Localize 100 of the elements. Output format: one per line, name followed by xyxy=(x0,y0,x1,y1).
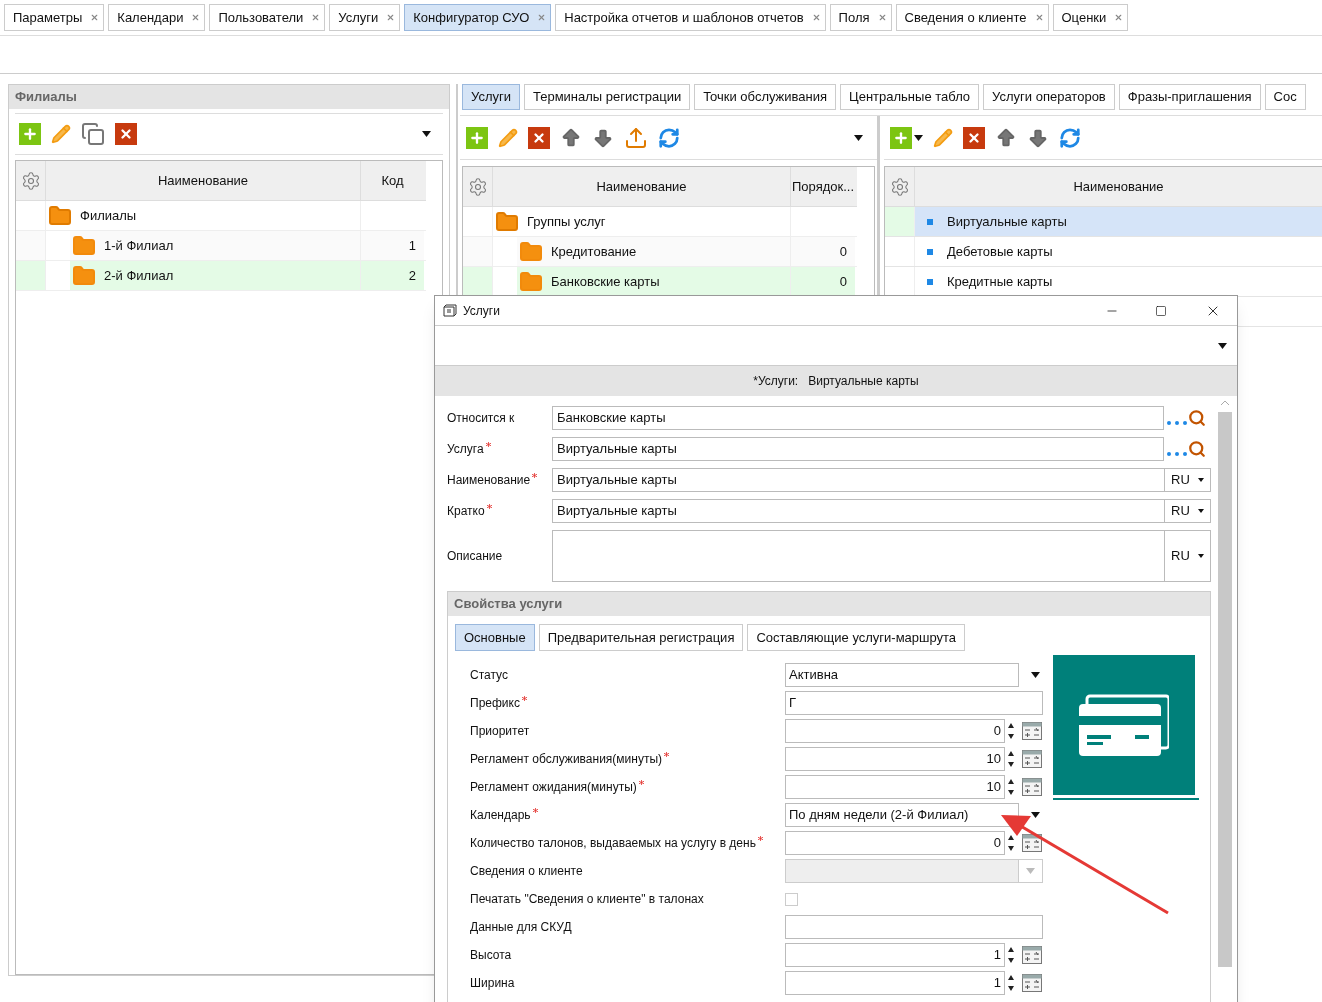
tab[interactable]: Предварительная регистрация xyxy=(538,624,744,651)
add-icon[interactable] xyxy=(19,123,41,145)
caret-icon[interactable] xyxy=(1031,672,1040,678)
copy-icon[interactable] xyxy=(81,122,105,146)
delete-icon[interactable] xyxy=(528,126,550,149)
tab[interactable]: Конфигуратор СУО xyxy=(404,4,552,31)
tab[interactable]: Сос xyxy=(1264,84,1306,110)
language-dropdown[interactable]: RU xyxy=(1165,530,1211,582)
tree-row[interactable]: Кредитование 0 xyxy=(517,237,855,266)
calculator-icon[interactable] xyxy=(1022,946,1042,964)
calculator-icon[interactable] xyxy=(1022,722,1042,740)
refresh-icon[interactable] xyxy=(658,126,680,149)
calculator-icon[interactable] xyxy=(1022,778,1042,796)
caret-icon[interactable] xyxy=(1198,477,1204,483)
dropdown-field[interactable]: Активна xyxy=(785,663,1019,687)
tab[interactable]: Пользователи xyxy=(209,4,326,31)
row-indicator[interactable] xyxy=(463,267,493,296)
scrollbar-thumb[interactable] xyxy=(1218,412,1232,967)
text-field[interactable] xyxy=(785,915,1043,939)
search-icon[interactable] xyxy=(1188,409,1206,427)
dropdown-field[interactable] xyxy=(785,859,1043,883)
tab[interactable]: Услуги xyxy=(462,84,520,110)
text-field[interactable]: Банковские карты xyxy=(552,406,1164,430)
maximize-icon[interactable] xyxy=(1155,304,1167,317)
caret-icon[interactable] xyxy=(1198,553,1204,559)
tab[interactable]: Точки обслуживания xyxy=(694,84,837,110)
column-header[interactable]: Наименование xyxy=(493,167,791,206)
settings-icon[interactable] xyxy=(20,170,41,191)
column-header[interactable]: Порядок... xyxy=(791,167,855,206)
tab[interactable]: Терминалы регистрации xyxy=(524,84,691,110)
text-field[interactable]: Виртуальные карты xyxy=(552,437,1164,461)
upload-icon[interactable] xyxy=(624,125,648,150)
number-field[interactable]: 10 xyxy=(785,747,1005,771)
number-field[interactable]: 10 xyxy=(785,775,1005,799)
service-image[interactable] xyxy=(1053,655,1195,795)
pencil-icon[interactable] xyxy=(51,124,71,144)
calculator-icon[interactable] xyxy=(1022,750,1042,768)
scroll-up-icon[interactable] xyxy=(1221,400,1229,406)
tree-row[interactable]: Банковские карты 0 xyxy=(517,267,855,296)
number-field[interactable]: 0 xyxy=(785,719,1005,743)
tree-item[interactable]: Группы услуг xyxy=(527,211,606,232)
search-icon[interactable] xyxy=(1188,440,1206,458)
tab[interactable]: Центральные табло xyxy=(840,84,980,110)
tab[interactable]: Поля xyxy=(829,4,892,31)
number-field[interactable]: 0 xyxy=(785,831,1005,855)
language-dropdown[interactable]: RU xyxy=(1165,468,1211,492)
list-row[interactable]: Виртуальные карты xyxy=(915,207,1322,236)
tab[interactable]: Услуги xyxy=(329,4,401,31)
text-field[interactable]: Виртуальные карты xyxy=(552,499,1165,523)
number-field[interactable]: 1 xyxy=(785,943,1005,967)
tab[interactable]: Календари xyxy=(108,4,206,31)
more-icon[interactable] xyxy=(1166,451,1188,457)
tab[interactable]: Составляющие услуги-маршрута xyxy=(747,624,966,651)
column-header[interactable]: Код xyxy=(361,161,424,200)
field-label: Статус xyxy=(470,667,508,684)
caret-icon[interactable] xyxy=(1198,508,1204,514)
caret-icon[interactable] xyxy=(422,131,431,137)
tree-item: 2-й Филиал xyxy=(104,266,174,285)
pencil-icon[interactable] xyxy=(933,127,953,148)
calculator-icon[interactable] xyxy=(1022,834,1042,852)
table-cell-text: 0 xyxy=(839,242,847,261)
settings-icon[interactable] xyxy=(467,176,488,197)
caret-icon[interactable] xyxy=(1031,812,1040,818)
tree-item: Кредитование xyxy=(551,242,637,261)
panel-header: Филиалы xyxy=(9,85,449,109)
tree-row[interactable]: 1-й Филиал 1 xyxy=(70,231,424,260)
arrow-up-icon[interactable] xyxy=(995,126,1017,149)
tree-item[interactable]: Филиалы xyxy=(80,205,137,226)
tab[interactable]: Оценки xyxy=(1052,4,1129,31)
pencil-icon[interactable] xyxy=(498,127,518,148)
checkbox[interactable] xyxy=(785,892,798,906)
column-header[interactable]: Наименование xyxy=(46,161,361,200)
table-cell-text: 0 xyxy=(839,272,847,291)
caret-icon[interactable] xyxy=(1218,342,1227,349)
dropdown-field[interactable]: По дням недели (2-й Филиал) xyxy=(785,803,1019,827)
refresh-icon[interactable] xyxy=(1059,126,1081,149)
text-field[interactable]: Виртуальные карты xyxy=(552,468,1165,492)
more-icon[interactable] xyxy=(1166,420,1188,426)
tab[interactable]: Сведения о клиенте xyxy=(895,4,1049,31)
number-field[interactable]: 1 xyxy=(785,971,1005,995)
add-icon[interactable] xyxy=(466,126,488,149)
settings-icon[interactable] xyxy=(889,176,910,197)
arrow-up-icon[interactable] xyxy=(560,126,582,149)
language-dropdown[interactable]: RU xyxy=(1165,499,1211,523)
tab[interactable]: Основные xyxy=(455,624,535,651)
form-heading-label: *Услуги: xyxy=(753,373,799,390)
tab[interactable]: Настройка отчетов и шаблонов отчетов xyxy=(555,4,826,31)
form-heading-value: Виртуальные карты xyxy=(808,373,919,390)
delete-icon[interactable] xyxy=(115,123,137,145)
caret-icon[interactable] xyxy=(854,134,863,141)
tab[interactable]: Фразы-приглашения xyxy=(1118,84,1261,110)
text-area[interactable] xyxy=(552,530,1165,582)
tree-row[interactable]: 2-й Филиал 2 xyxy=(70,261,424,290)
field-label: Количество талонов, выдаваемых на услугу в день xyxy=(470,835,756,852)
tab[interactable]: Услуги операторов xyxy=(983,84,1115,110)
delete-icon[interactable] xyxy=(963,126,985,149)
text-field[interactable]: Г xyxy=(785,691,1043,715)
calculator-icon[interactable] xyxy=(1022,974,1042,992)
tab[interactable]: Параметры xyxy=(4,4,105,31)
caret-icon[interactable] xyxy=(914,134,923,141)
